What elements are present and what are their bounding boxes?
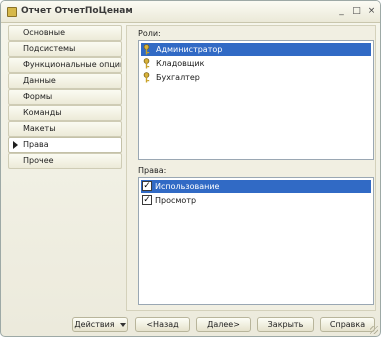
right-item-view[interactable]: ✓ Просмотр bbox=[141, 194, 371, 207]
sidebar-item-label: Макеты bbox=[23, 124, 56, 133]
checkbox-checked-icon[interactable]: ✓ bbox=[142, 195, 152, 205]
sidebar-item-data[interactable]: Данные bbox=[8, 73, 122, 89]
rights-list[interactable]: ✓ Использование ✓ Просмотр bbox=[138, 177, 374, 305]
close-button[interactable]: Закрыть bbox=[257, 317, 314, 332]
minimize-icon[interactable]: _ bbox=[335, 5, 348, 18]
rights-label: Права: bbox=[138, 166, 167, 175]
sidebar: Основные Подсистемы Функциональные опции… bbox=[8, 25, 122, 311]
current-item-arrow-icon bbox=[13, 141, 18, 149]
title-bar[interactable]: Отчет ОтчетПоЦенам _ □ × bbox=[1, 1, 380, 23]
maximize-icon[interactable]: □ bbox=[350, 5, 363, 18]
sidebar-item-label: Прочее bbox=[23, 156, 54, 165]
rights-panel: Роли: Администратор Кладовщик Бухгалтер … bbox=[126, 25, 376, 311]
sidebar-item-label: Функциональные опции bbox=[23, 60, 122, 69]
sidebar-item-basic[interactable]: Основные bbox=[8, 25, 122, 41]
sidebar-item-label: Команды bbox=[23, 108, 62, 117]
sidebar-item-subsystems[interactable]: Подсистемы bbox=[8, 41, 122, 57]
sidebar-item-label: Права bbox=[23, 140, 49, 149]
sidebar-item-other[interactable]: Прочее bbox=[8, 153, 122, 169]
role-label: Бухгалтер bbox=[156, 73, 200, 82]
resize-grip-icon[interactable] bbox=[370, 326, 378, 334]
next-button[interactable]: Далее> bbox=[196, 317, 251, 332]
key-icon bbox=[143, 72, 150, 83]
key-icon bbox=[143, 44, 150, 55]
role-item-administrator[interactable]: Администратор bbox=[141, 43, 371, 56]
key-icon bbox=[143, 58, 150, 69]
help-button[interactable]: Справка bbox=[320, 317, 375, 332]
sidebar-item-forms[interactable]: Формы bbox=[8, 89, 122, 105]
right-label: Использование bbox=[155, 182, 220, 191]
role-label: Администратор bbox=[156, 45, 223, 54]
close-icon[interactable]: × bbox=[365, 5, 378, 18]
report-icon bbox=[7, 7, 17, 17]
role-item-accountant[interactable]: Бухгалтер bbox=[141, 71, 371, 84]
window-title: Отчет ОтчетПоЦенам bbox=[21, 6, 133, 16]
sidebar-item-label: Основные bbox=[23, 28, 66, 37]
sidebar-item-functional-options[interactable]: Функциональные опции bbox=[8, 57, 122, 73]
back-button[interactable]: <Назад bbox=[135, 317, 190, 332]
sidebar-item-label: Подсистемы bbox=[23, 44, 76, 53]
role-item-storekeeper[interactable]: Кладовщик bbox=[141, 57, 371, 70]
checkbox-checked-icon[interactable]: ✓ bbox=[142, 181, 152, 191]
role-label: Кладовщик bbox=[156, 59, 205, 68]
sidebar-item-label: Данные bbox=[23, 76, 56, 85]
sidebar-item-commands[interactable]: Команды bbox=[8, 105, 122, 121]
chevron-down-icon bbox=[119, 322, 126, 327]
sidebar-item-label: Формы bbox=[23, 92, 53, 101]
actions-dropdown-button[interactable]: Действия bbox=[72, 317, 128, 332]
dialog-window: Отчет ОтчетПоЦенам _ □ × Основные Подсис… bbox=[0, 0, 381, 337]
right-label: Просмотр bbox=[155, 196, 197, 205]
roles-list[interactable]: Администратор Кладовщик Бухгалтер bbox=[138, 40, 374, 160]
right-item-usage[interactable]: ✓ Использование bbox=[141, 180, 371, 193]
actions-label: Действия bbox=[74, 320, 115, 329]
sidebar-item-templates[interactable]: Макеты bbox=[8, 121, 122, 137]
roles-label: Роли: bbox=[138, 29, 161, 38]
sidebar-item-rights[interactable]: Права bbox=[8, 137, 122, 153]
